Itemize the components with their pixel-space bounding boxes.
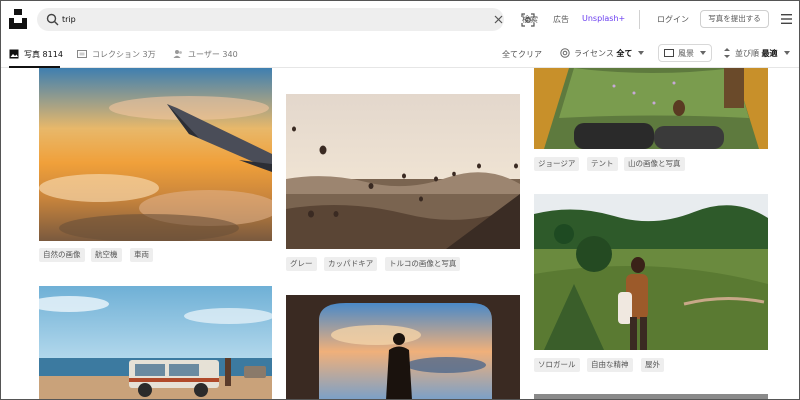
orientation-filter-dropdown[interactable]: 風景 — [658, 44, 712, 62]
nav-unsplash-plus-link[interactable]: Unsplash+ — [582, 14, 625, 23]
search-icon[interactable] — [46, 13, 59, 26]
photo-partial-top[interactable] — [286, 68, 520, 74]
photo-beach-car[interactable] — [39, 286, 272, 400]
tag-mountain-images[interactable]: 山の画像と写真 — [624, 157, 685, 171]
nav-advertise-link[interactable]: 広告 — [553, 14, 569, 25]
license-filter-label: ライセンス — [574, 48, 614, 58]
chevron-down-icon — [700, 51, 706, 55]
tag-nature[interactable]: 自然の画像 — [39, 248, 85, 262]
tab-collections-label: コレクション — [92, 49, 140, 59]
tag-grey[interactable]: グレー — [286, 257, 317, 271]
tag-free-spirit[interactable]: 自由な精神 — [587, 358, 633, 372]
photo-cappadocia-balloons[interactable] — [286, 94, 520, 249]
tag-tent[interactable]: テント — [587, 157, 618, 171]
license-filter-value: 全て — [616, 48, 633, 58]
unsplash-logo-icon[interactable] — [9, 9, 27, 29]
sort-dropdown[interactable]: 並び順 最適 — [723, 44, 790, 62]
tab-users[interactable]: ユーザー 340 — [173, 47, 238, 61]
chevron-down-icon — [783, 51, 790, 55]
orientation-filter-value: 風景 — [678, 48, 694, 58]
photo-airplane-sunset[interactable] — [39, 68, 272, 241]
nav-explore-link[interactable]: 検索 — [522, 14, 538, 25]
sort-icon — [724, 48, 730, 58]
top-header: 検索 広告 Unsplash+ ログイン 写真を提出する — [0, 0, 800, 38]
clear-all-filters-button[interactable]: 全てクリア — [502, 47, 542, 61]
tab-photos-label: 写真 — [24, 49, 40, 59]
photo-tent-view[interactable] — [534, 68, 768, 149]
sort-label: 並び順 — [735, 48, 759, 58]
tab-photos-count: 8114 — [42, 49, 63, 59]
license-icon — [560, 48, 570, 58]
tag-aircraft[interactable]: 航空機 — [91, 248, 122, 262]
tab-collections-count: 3万 — [142, 49, 156, 59]
landscape-icon — [664, 49, 674, 57]
tab-users-label: ユーザー — [188, 49, 220, 59]
chevron-down-icon — [638, 51, 645, 55]
tab-users-count: 340 — [222, 49, 238, 59]
tab-collections[interactable]: コレクション 3万 — [77, 47, 156, 61]
users-icon — [173, 50, 182, 58]
submit-photo-button[interactable]: 写真を提出する — [700, 10, 769, 28]
close-icon[interactable] — [492, 13, 505, 26]
tag-cappadocia[interactable]: カッパドキア — [324, 257, 378, 271]
search-bar[interactable] — [37, 8, 535, 31]
sort-value: 最適 — [761, 48, 778, 58]
photo-woman-hiker[interactable] — [534, 194, 768, 350]
header-divider — [639, 10, 640, 29]
tag-turkey-images[interactable]: トルコの画像と写真 — [385, 257, 461, 271]
tab-photos[interactable]: 写真 8114 — [9, 47, 63, 61]
hamburger-menu-icon[interactable] — [781, 14, 792, 24]
photo-partial-bottom[interactable] — [534, 394, 768, 400]
tag-georgia[interactable]: ジョージア — [534, 157, 580, 171]
tag-solo-girl[interactable]: ソロガール — [534, 358, 580, 372]
photo-icon — [9, 49, 19, 59]
tag-vehicle[interactable]: 車両 — [130, 248, 153, 262]
login-link[interactable]: ログイン — [657, 14, 689, 25]
license-filter-dropdown[interactable]: ライセンス 全て — [560, 44, 645, 62]
tag-outdoors[interactable]: 屋外 — [641, 358, 664, 372]
photo-silhouette-window[interactable] — [286, 295, 520, 400]
collection-icon — [77, 50, 87, 58]
search-input[interactable] — [62, 11, 462, 28]
